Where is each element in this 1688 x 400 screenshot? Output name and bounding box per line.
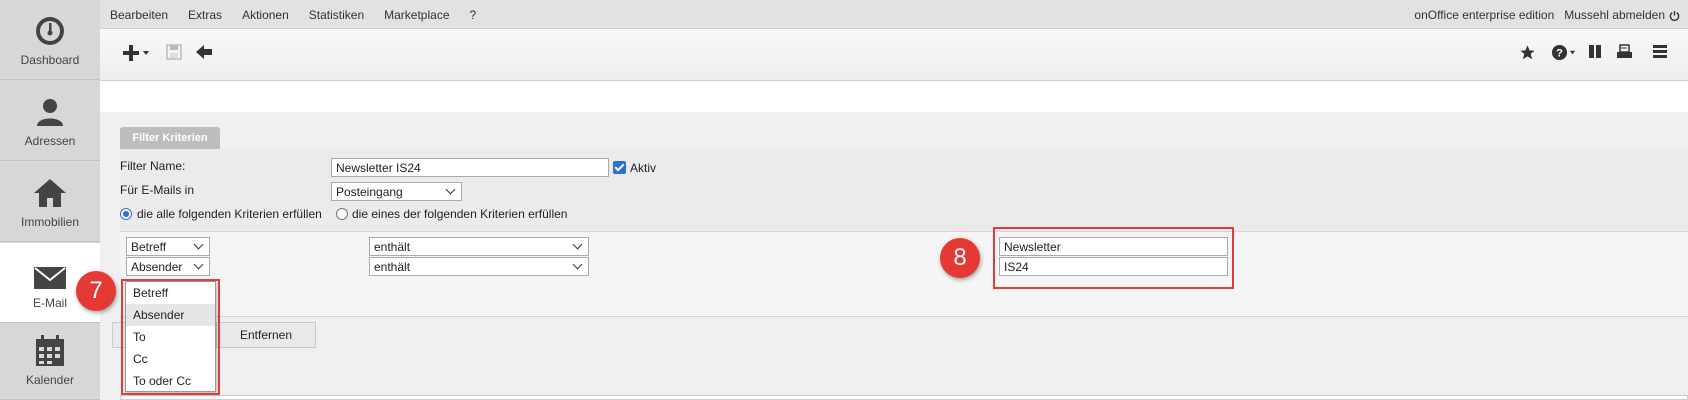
criteria-operator-select-1[interactable]: enthält bbox=[369, 237, 589, 256]
chevron-down-icon bbox=[572, 259, 583, 270]
filter-criteria-tab[interactable]: Filter Kriterien bbox=[120, 127, 220, 149]
print-button[interactable] bbox=[1616, 44, 1633, 60]
save-button[interactable] bbox=[166, 44, 182, 60]
envelope-icon bbox=[34, 267, 66, 289]
help-icon: ? bbox=[1551, 44, 1568, 61]
filter-name-label: Filter Name: bbox=[120, 159, 186, 173]
favorite-button[interactable] bbox=[1519, 44, 1536, 61]
sidebar-item-label: Immobilien bbox=[20, 215, 80, 229]
menu-item-bearbeiten[interactable]: Bearbeiten bbox=[110, 8, 168, 22]
criteria-field-select-1[interactable]: Betreff bbox=[126, 237, 210, 256]
folder-select-value: Posteingang bbox=[336, 184, 403, 199]
sidebar-item-immobilien[interactable]: Immobilien bbox=[0, 162, 100, 242]
save-icon bbox=[166, 44, 182, 60]
dashboard-icon bbox=[36, 17, 64, 45]
main-menu: Bearbeiten Extras Aktionen Statistiken M… bbox=[110, 8, 476, 22]
criteria-operator-value: enthält bbox=[374, 259, 411, 274]
menu-item-marketplace[interactable]: Marketplace bbox=[384, 8, 449, 22]
lower-panel bbox=[120, 395, 1688, 400]
content-header-strip bbox=[100, 82, 1688, 112]
aktiv-label: Aktiv bbox=[630, 161, 657, 175]
help-button[interactable]: ? bbox=[1551, 44, 1576, 61]
folder-label: Für E-Mails in bbox=[120, 183, 195, 197]
menu-button[interactable] bbox=[1652, 44, 1668, 59]
value-highlight-box bbox=[993, 227, 1234, 289]
aktiv-checkbox[interactable] bbox=[613, 161, 626, 174]
top-menu-bar: Bearbeiten Extras Aktionen Statistiken M… bbox=[100, 0, 1688, 29]
radio-any-label: die eines der folgenden Kriterien erfüll… bbox=[352, 207, 568, 221]
power-icon bbox=[1669, 10, 1680, 21]
arrow-left-icon bbox=[196, 45, 212, 59]
user-area: onOffice enterprise edition Mussehl abme… bbox=[1414, 8, 1680, 22]
sidebar-item-dashboard[interactable]: Dashboard bbox=[0, 0, 100, 80]
criteria-field-value: Betreff bbox=[131, 239, 167, 254]
step-badge-7: 7 bbox=[76, 271, 116, 311]
radio-all-label: die alle folgenden Kriterien erfüllen bbox=[137, 207, 322, 221]
sidebar-item-label: Adressen bbox=[24, 134, 76, 148]
criteria-field-select-2[interactable]: Absender bbox=[126, 257, 210, 276]
star-icon bbox=[1520, 45, 1535, 60]
chevron-down-icon bbox=[193, 239, 204, 250]
sidebar-item-kalender[interactable]: Kalender bbox=[0, 324, 100, 400]
caret-down-icon bbox=[143, 51, 149, 55]
back-button[interactable] bbox=[195, 44, 213, 60]
radio-any-criteria[interactable] bbox=[336, 208, 348, 220]
chevron-down-icon bbox=[445, 184, 456, 195]
sidebar-item-label: Kalender bbox=[25, 373, 75, 387]
sidebar-item-adressen[interactable]: Adressen bbox=[0, 81, 100, 161]
remove-button[interactable]: Entfernen bbox=[216, 322, 316, 348]
calendar-icon bbox=[36, 335, 64, 366]
menu-item-extras[interactable]: Extras bbox=[188, 8, 222, 22]
house-icon bbox=[34, 179, 66, 207]
dropdown-highlight-box bbox=[121, 279, 220, 395]
plus-icon bbox=[123, 45, 139, 61]
menu-item-aktionen[interactable]: Aktionen bbox=[242, 8, 289, 22]
radio-all-criteria[interactable] bbox=[120, 208, 132, 220]
person-icon bbox=[37, 99, 63, 126]
criteria-operator-select-2[interactable]: enthält bbox=[369, 257, 589, 276]
menu-item-statistiken[interactable]: Statistiken bbox=[309, 8, 364, 22]
filter-name-input[interactable] bbox=[331, 158, 609, 177]
menu-item-help[interactable]: ? bbox=[470, 8, 477, 22]
criteria-list bbox=[120, 231, 1688, 317]
logout-label: Mussehl abmelden bbox=[1564, 8, 1665, 22]
sidebar-item-label: E-Mail bbox=[32, 296, 67, 310]
columns-button[interactable] bbox=[1588, 44, 1602, 59]
toolbar: ? bbox=[100, 30, 1688, 81]
hamburger-icon bbox=[1653, 45, 1667, 58]
svg-text:?: ? bbox=[1556, 47, 1563, 59]
logout-link[interactable]: Mussehl abmelden bbox=[1564, 8, 1680, 22]
chevron-down-icon bbox=[572, 239, 583, 250]
print-icon bbox=[1617, 44, 1632, 58]
chevron-down-icon bbox=[193, 259, 204, 270]
caret-down-icon bbox=[1569, 50, 1576, 55]
add-button[interactable] bbox=[122, 44, 150, 62]
criteria-operator-value: enthält bbox=[374, 239, 411, 254]
criteria-field-value: Absender bbox=[131, 259, 183, 274]
edition-label: onOffice enterprise edition bbox=[1414, 8, 1555, 22]
sidebar: Dashboard Adressen Immobilien E-Mail Kal… bbox=[0, 0, 100, 400]
step-badge-8: 8 bbox=[940, 238, 980, 278]
folder-select[interactable]: Posteingang bbox=[331, 182, 462, 201]
columns-icon bbox=[1589, 45, 1601, 58]
sidebar-item-label: Dashboard bbox=[20, 53, 80, 67]
